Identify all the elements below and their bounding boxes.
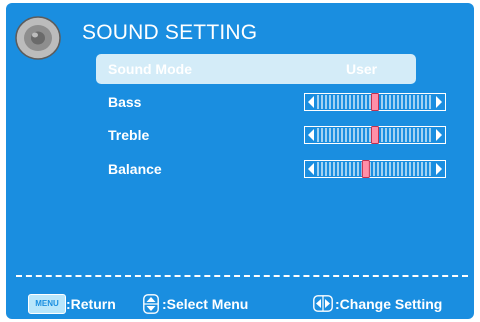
slider-knob[interactable]: [371, 93, 379, 111]
footer-help-bar: MENU :Return :Select Menu :Change Settin…: [6, 292, 474, 316]
menu-key-label: MENU: [35, 299, 59, 308]
sound-setting-screen: SOUND SETTING Sound Mode User Bass Trebl…: [6, 3, 474, 319]
slider-knob[interactable]: [361, 160, 370, 178]
treble-slider[interactable]: [304, 126, 446, 144]
page-title: SOUND SETTING: [82, 21, 258, 44]
slider-right-arrow-icon[interactable]: [436, 96, 442, 108]
menu-item-sound-mode[interactable]: Sound Mode User: [96, 54, 416, 84]
slider-right-arrow-icon[interactable]: [436, 163, 442, 175]
slider-knob[interactable]: [371, 126, 379, 144]
slider-left-arrow-icon[interactable]: [308, 96, 314, 108]
footer-divider: [16, 275, 468, 277]
up-down-arrows-icon: [143, 294, 159, 314]
select-menu-hint: :Select Menu: [162, 296, 249, 312]
menu-item-value: User: [346, 61, 378, 77]
change-setting-hint: :Change Setting: [335, 296, 443, 312]
menu-key-button[interactable]: MENU: [28, 294, 66, 314]
slider-left-arrow-icon[interactable]: [308, 163, 314, 175]
left-right-arrows-icon: [313, 295, 333, 312]
menu-item-label: Bass: [108, 94, 142, 110]
slider-right-arrow-icon[interactable]: [436, 129, 442, 141]
speaker-icon: [15, 16, 61, 60]
bass-slider[interactable]: [304, 93, 446, 111]
menu-item-label: Sound Mode: [108, 61, 192, 77]
balance-slider[interactable]: [304, 160, 446, 178]
slider-left-arrow-icon[interactable]: [308, 129, 314, 141]
menu-item-label: Balance: [108, 161, 162, 177]
menu-item-label: Treble: [108, 127, 150, 143]
return-hint: :Return: [66, 296, 116, 312]
